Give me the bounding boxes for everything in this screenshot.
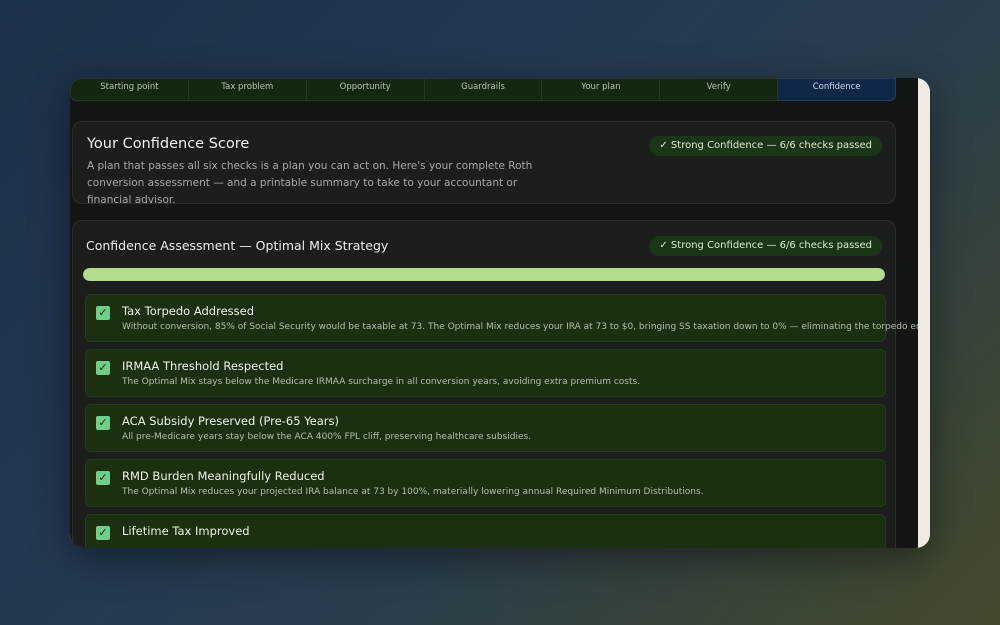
check-title: Tax Torpedo Addressed [122, 304, 255, 318]
confidence-score-card: Your Confidence Score A plan that passes… [72, 121, 896, 206]
check-description: Without conversion, 85% of Social Securi… [122, 322, 918, 332]
check-item-irmaa: ✓ IRMAA Threshold Respected The Optimal … [85, 349, 886, 397]
tab-tax-problem[interactable]: Tax problem [188, 78, 307, 101]
check-description: The Optimal Mix stays below the Medicare… [122, 377, 641, 387]
check-item-rmd-burden: ✓ RMD Burden Meaningfully Reduced The Op… [85, 459, 886, 507]
score-card-title: Your Confidence Score [87, 136, 250, 152]
checkbox-checked-icon[interactable]: ✓ [96, 416, 110, 430]
assessment-badge: ✓ Strong Confidence — 6/6 checks passed [649, 236, 882, 256]
tab-opportunity[interactable]: Opportunity [306, 78, 425, 101]
check-item-aca-subsidy: ✓ ACA Subsidy Preserved (Pre-65 Years) A… [85, 404, 886, 452]
checkbox-checked-icon[interactable]: ✓ [96, 526, 110, 540]
check-title: ACA Subsidy Preserved (Pre-65 Years) [122, 414, 340, 428]
confidence-progress-bar [83, 268, 885, 281]
tab-your-plan[interactable]: Your plan [542, 78, 661, 101]
tab-guardrails[interactable]: Guardrails [424, 78, 543, 101]
checkbox-checked-icon[interactable]: ✓ [96, 361, 110, 375]
confidence-progress-fill [83, 268, 885, 281]
tab-confidence[interactable]: Confidence [778, 78, 897, 101]
assessment-title: Confidence Assessment — Optimal Mix Stra… [86, 238, 389, 253]
score-card-description: A plan that passes all six checks is a p… [87, 160, 533, 206]
checkbox-checked-icon[interactable]: ✓ [96, 471, 110, 485]
check-description: All pre-Medicare years stay below the AC… [122, 432, 532, 442]
check-description: The Optimal Mix reduces your projected I… [122, 487, 704, 497]
check-item-lifetime-tax: ✓ Lifetime Tax Improved [85, 514, 886, 548]
check-title: RMD Burden Meaningfully Reduced [122, 469, 325, 483]
app-content: Starting point Tax problem Opportunity G… [70, 78, 918, 548]
check-list: ✓ Tax Torpedo Addressed Without conversi… [85, 294, 918, 548]
check-title: IRMAA Threshold Respected [122, 359, 284, 373]
confidence-assessment-card: Confidence Assessment — Optimal Mix Stra… [72, 220, 918, 548]
checkbox-checked-icon[interactable]: ✓ [96, 306, 110, 320]
check-title: Lifetime Tax Improved [122, 524, 250, 538]
tab-verify[interactable]: Verify [660, 78, 779, 101]
confidence-badge: ✓ Strong Confidence — 6/6 checks passed [649, 136, 882, 156]
check-item-tax-torpedo: ✓ Tax Torpedo Addressed Without conversi… [85, 294, 918, 342]
scrollbar-track[interactable] [918, 78, 930, 548]
step-tabs: Starting point Tax problem Opportunity G… [70, 78, 897, 101]
window-frame: Starting point Tax problem Opportunity G… [70, 78, 930, 548]
tab-starting-point[interactable]: Starting point [70, 78, 189, 101]
